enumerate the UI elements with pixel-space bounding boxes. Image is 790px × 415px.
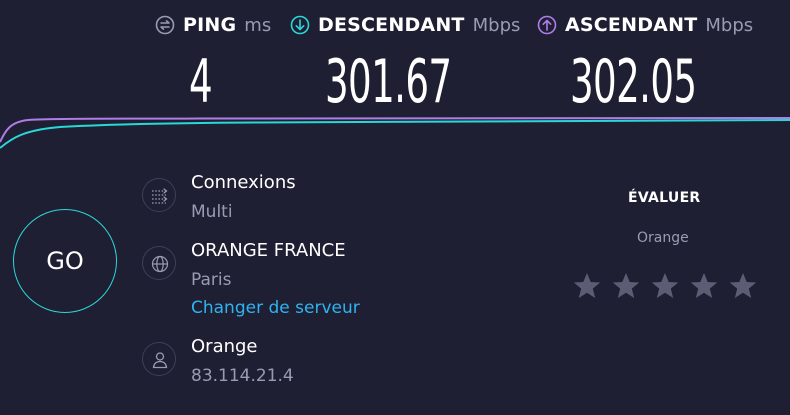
- rate-title: ÉVALUER: [628, 190, 701, 206]
- provider-name: Orange: [191, 336, 258, 357]
- upload-unit: Mbps: [705, 14, 754, 36]
- download-unit: Mbps: [472, 14, 521, 36]
- change-server-link[interactable]: Changer de serveur: [191, 298, 360, 318]
- ping-label: PING: [183, 14, 237, 36]
- server-location: Paris: [191, 270, 232, 290]
- star-icon[interactable]: [689, 271, 719, 301]
- star-icon[interactable]: [572, 271, 602, 301]
- speed-graph: [0, 117, 790, 149]
- rate-isp: Orange: [637, 230, 689, 246]
- connections-title: Connexions: [191, 172, 296, 193]
- upload-value: 302.05: [570, 47, 697, 117]
- go-button[interactable]: GO: [13, 209, 117, 313]
- star-icon[interactable]: [650, 271, 680, 301]
- ping-metric: PING ms 4: [155, 14, 272, 114]
- download-label: DESCENDANT: [318, 14, 465, 36]
- user-icon: [152, 352, 168, 369]
- upload-label: ASCENDANT: [565, 14, 698, 36]
- server-name: ORANGE FRANCE: [191, 240, 346, 261]
- download-graph-line: [0, 119, 790, 149]
- star-icon[interactable]: [611, 271, 641, 301]
- ip-address: 83.114.21.4: [191, 366, 294, 386]
- globe-icon: [151, 255, 169, 273]
- download-value: 301.67: [325, 47, 452, 117]
- connections-icon: [152, 188, 168, 204]
- ping-value: 4: [189, 47, 213, 117]
- ping-unit: ms: [244, 14, 272, 36]
- star-icon[interactable]: [728, 271, 758, 301]
- connections-value[interactable]: Multi: [191, 202, 233, 222]
- upload-arrow-icon: [537, 15, 557, 35]
- rating-stars[interactable]: [572, 271, 758, 301]
- download-arrow-icon: [290, 15, 310, 35]
- download-metric: DESCENDANT Mbps 301.67: [290, 14, 521, 114]
- upload-metric: ASCENDANT Mbps 302.05: [537, 14, 754, 114]
- ping-icon: [155, 15, 175, 35]
